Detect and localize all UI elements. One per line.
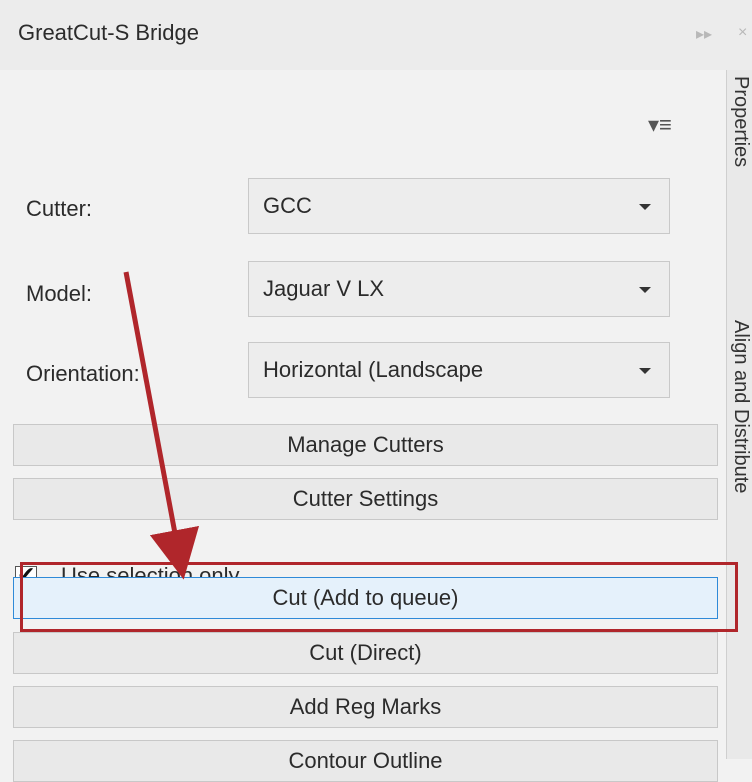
manage-cutters-button[interactable]: Manage Cutters <box>13 424 718 466</box>
tab-align-distribute[interactable]: Align and Distribute <box>729 320 752 493</box>
docker-tab-strip: Properties Align and Distribute <box>726 70 752 759</box>
contour-outline-button[interactable]: Contour Outline <box>13 740 718 782</box>
cutter-select[interactable]: GCC <box>248 178 670 234</box>
model-value: Jaguar V LX <box>263 276 385 301</box>
model-select[interactable]: Jaguar V LX <box>248 261 670 317</box>
orientation-label: Orientation: <box>26 361 140 386</box>
chevron-down-icon <box>639 287 651 293</box>
add-reg-marks-button[interactable]: Add Reg Marks <box>13 686 718 728</box>
orientation-select[interactable]: Horizontal (Landscape <box>248 342 670 398</box>
panel-title: GreatCut-S Bridge <box>18 20 199 45</box>
orientation-value: Horizontal (Landscape <box>263 357 484 382</box>
cut-direct-button[interactable]: Cut (Direct) <box>13 632 718 674</box>
close-icon[interactable]: × <box>738 24 747 42</box>
model-label: Model: <box>26 281 93 306</box>
dropdown-menu-icon[interactable]: ▾≡ <box>648 112 672 138</box>
greatcut-bridge-panel: GreatCut-S Bridge ▸▸ × ▾≡ Cutter: GCC Mo… <box>0 0 752 782</box>
panel-titlebar: GreatCut-S Bridge ▸▸ × <box>0 0 752 70</box>
tab-properties[interactable]: Properties <box>729 76 752 167</box>
double-chevron-right-icon[interactable]: ▸▸ <box>696 24 712 44</box>
cutter-label: Cutter: <box>26 196 93 221</box>
chevron-down-icon <box>639 368 651 374</box>
chevron-down-icon <box>639 204 651 210</box>
cut-add-to-queue-button[interactable]: Cut (Add to queue) <box>13 577 718 619</box>
cutter-settings-button[interactable]: Cutter Settings <box>13 478 718 520</box>
cutter-value: GCC <box>263 193 312 218</box>
